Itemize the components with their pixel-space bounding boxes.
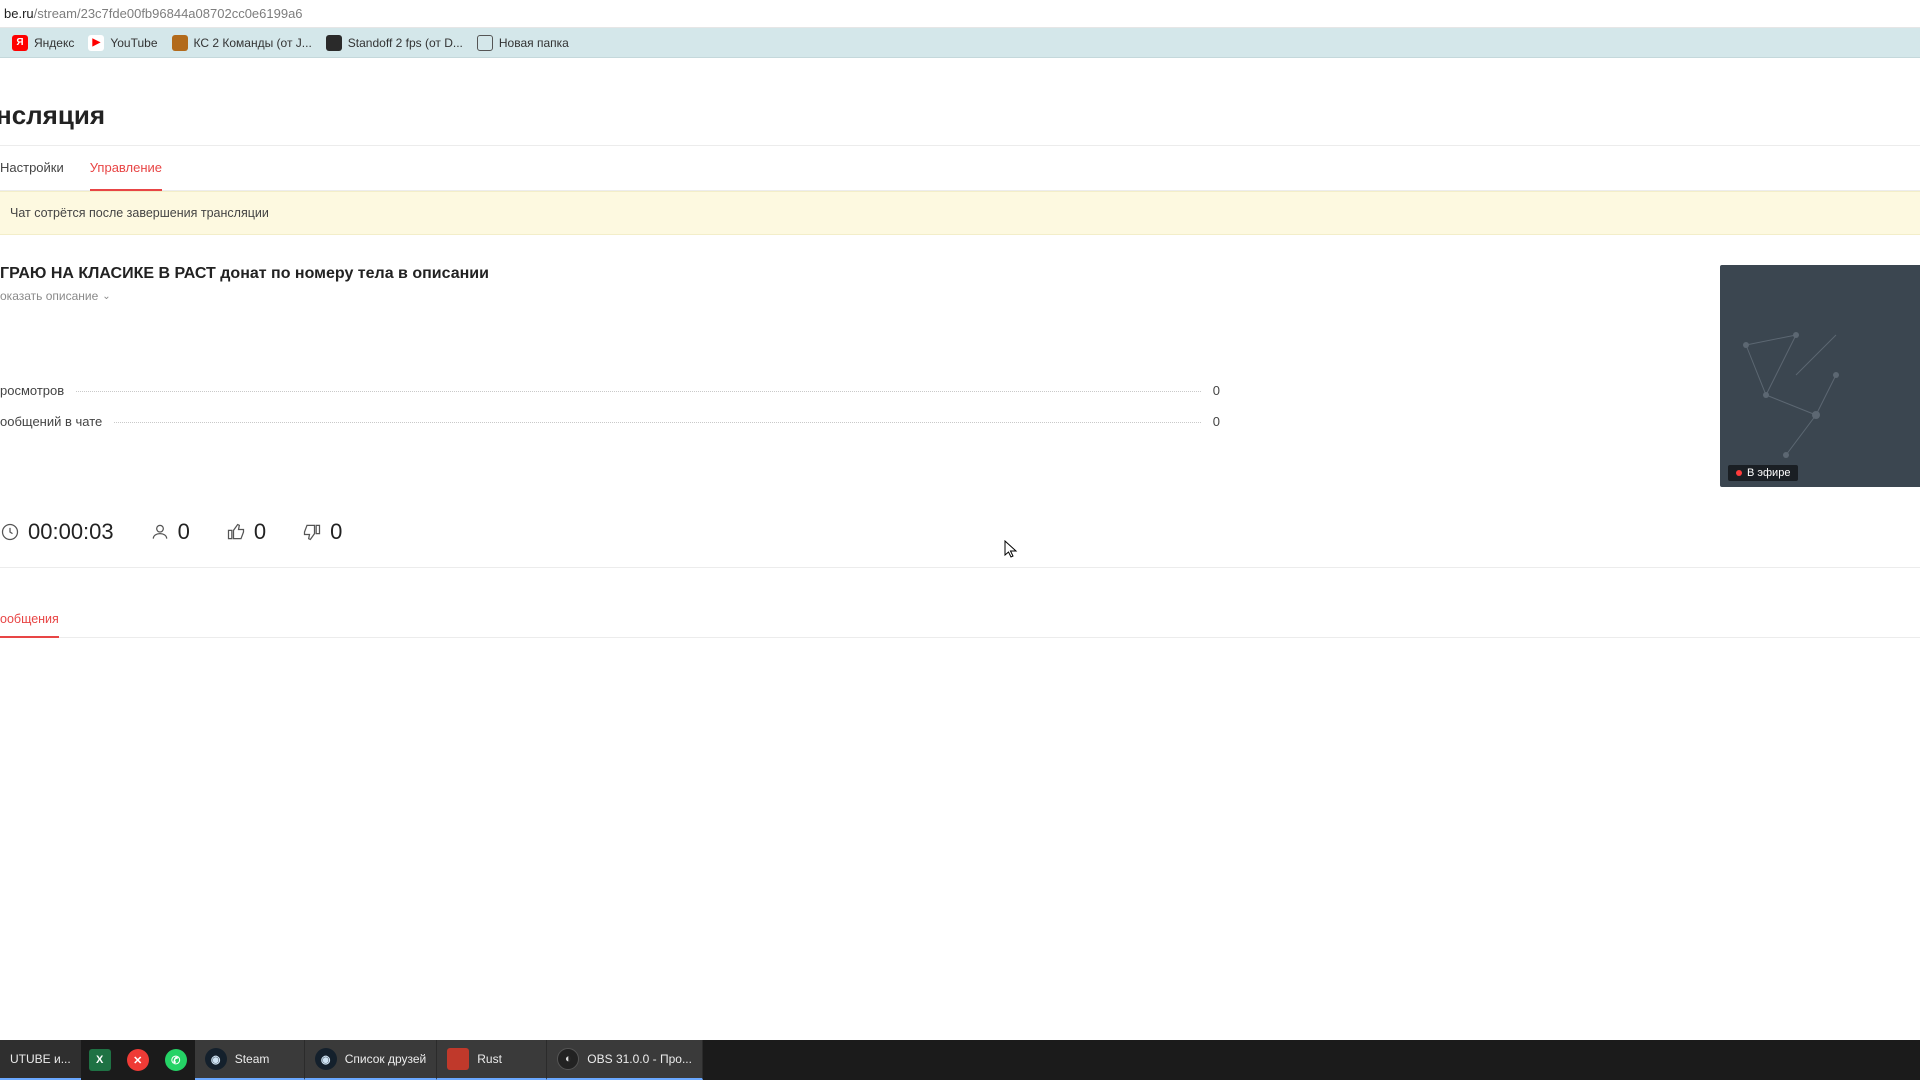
yandex-icon: Я [12,35,28,51]
excel-icon: X [89,1049,111,1071]
taskbar-app-rust[interactable]: Rust [437,1040,547,1080]
obs-icon: ◐ [557,1048,579,1070]
taskbar-app-friends[interactable]: ◉ Список друзей [305,1040,438,1080]
taskbar-label: Список друзей [345,1052,427,1066]
live-badge-label: В эфире [1747,467,1790,479]
stats-block: росмотров 0 ообщений в чате 0 [0,383,1220,429]
stream-preview[interactable]: Смо трансл В эфире [1720,265,1920,487]
bookmark-yandex[interactable]: Я Яндекс [12,35,74,51]
cursor-icon [1004,540,1018,558]
url-host: be.ru [4,6,34,21]
stat-value: 0 [1207,414,1220,429]
metric-duration: 00:00:03 [0,519,114,545]
preview-network-graphic [1726,315,1856,465]
url-path: /stream/23c7fde00fb96844a08702cc0e6199a6 [34,6,303,21]
standoff-icon [326,35,342,51]
tab-messages[interactable]: ообщения [0,602,59,638]
taskbar-label: Rust [477,1052,502,1066]
metric-dislikes: 0 [302,519,342,545]
clock-icon [0,522,20,542]
tabs: Настройки Управление [0,145,1920,191]
bookmark-youtube[interactable]: ▶ YouTube [88,35,157,51]
taskbar-app-obs[interactable]: ◐ OBS 31.0.0 - Про... [547,1040,703,1080]
taskbar: UTUBE и... X ✕ ✆ ◉ Steam ◉ Список друзей… [0,1040,1920,1080]
taskbar-label: UTUBE и... [10,1052,71,1066]
bookmark-standoff[interactable]: Standoff 2 fps (от D... [326,35,463,51]
page-title: нсляция [0,58,1920,145]
lower-tabs: ообщения [0,602,1920,638]
bookmark-label: Standoff 2 fps (от D... [348,36,463,50]
anydesk-icon: ✕ [127,1049,149,1071]
bookmarks-bar: Я Яндекс ▶ YouTube КС 2 Команды (от J...… [0,28,1920,58]
youtube-icon: ▶ [88,35,104,51]
stream-title: ГРАЮ НА КЛАСИКЕ В РАСТ донат по номеру т… [0,265,1920,283]
taskbar-app-anydesk[interactable]: ✕ [119,1040,157,1080]
metric-value: 0 [330,519,342,545]
live-dot-icon [1736,470,1742,476]
steam-icon: ◉ [315,1048,337,1070]
desc-toggle-label: оказать описание [0,289,98,303]
chat-warning-notice: Чат сотрётся после завершения трансляции [0,191,1920,235]
stat-dots [76,391,1201,392]
bookmark-kc2[interactable]: КС 2 Команды (от J... [172,35,312,51]
taskbar-label: OBS 31.0.0 - Про... [587,1052,692,1066]
thumbs-down-icon [302,522,322,542]
rust-icon [447,1048,469,1070]
metric-value: 0 [254,519,266,545]
steam-icon: ◉ [205,1048,227,1070]
metric-value: 0 [178,519,190,545]
tab-settings[interactable]: Настройки [0,146,64,190]
stat-value: 0 [1207,383,1220,398]
folder-icon [477,35,493,51]
bookmark-folder[interactable]: Новая папка [477,35,569,51]
taskbar-app-browser[interactable]: UTUBE и... [0,1040,81,1080]
chevron-down-icon: ⌄ [102,291,110,302]
user-icon [150,522,170,542]
bookmark-label: Новая папка [499,36,569,50]
metrics-row: 00:00:03 0 0 0 [0,519,1920,568]
taskbar-app-excel[interactable]: X [81,1040,119,1080]
metric-likes: 0 [226,519,266,545]
taskbar-app-steam[interactable]: ◉ Steam [195,1040,305,1080]
tab-manage[interactable]: Управление [90,146,162,191]
stat-row-views: росмотров 0 [0,383,1220,398]
taskbar-app-whatsapp[interactable]: ✆ [157,1040,195,1080]
show-description-toggle[interactable]: оказать описание ⌄ [0,289,1920,303]
stat-dots [114,422,1200,423]
whatsapp-icon: ✆ [165,1049,187,1071]
stat-row-chat: ообщений в чате 0 [0,414,1220,429]
bookmark-label: Яндекс [34,36,74,50]
cs2-icon [172,35,188,51]
stat-label: ообщений в чате [0,414,108,429]
stat-label: росмотров [0,383,70,398]
live-badge: В эфире [1728,465,1798,481]
metric-viewers: 0 [150,519,190,545]
address-bar[interactable]: be.ru/stream/23c7fde00fb96844a08702cc0e6… [0,0,1920,28]
thumbs-up-icon [226,522,246,542]
taskbar-label: Steam [235,1052,270,1066]
bookmark-label: YouTube [110,36,157,50]
metric-value: 00:00:03 [28,519,114,545]
bookmark-label: КС 2 Команды (от J... [194,36,312,50]
